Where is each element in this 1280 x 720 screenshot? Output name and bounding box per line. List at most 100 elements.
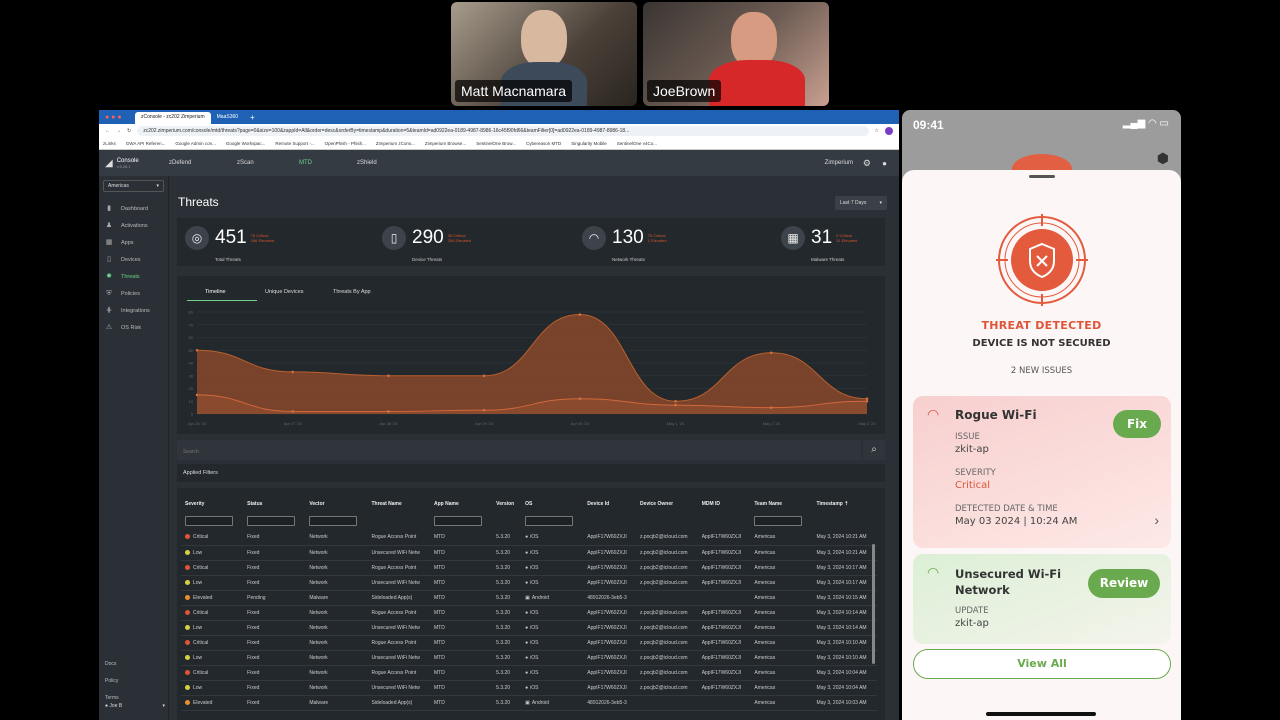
data-point[interactable]: [195, 348, 199, 352]
applied-filters[interactable]: Applied Filters: [177, 464, 885, 482]
sidebar-item-integrations[interactable]: ⋕ Integrations: [99, 302, 168, 319]
bookmark-item[interactable]: SentinelOne v4Co...: [617, 141, 657, 146]
sidebar-footer-docs[interactable]: Docs: [105, 656, 119, 673]
table-row[interactable]: Low Fixed Network Unsecured WiFi Netw MTD 5.3…: [181, 680, 877, 696]
bookmark-item[interactable]: Cybereason MTD: [526, 141, 561, 146]
chevron-right-icon[interactable]: ›: [1154, 512, 1159, 528]
table-row[interactable]: Low Fixed Network Unsecured WiFi Netw MTD 5.3…: [181, 650, 877, 666]
data-point[interactable]: [482, 374, 486, 378]
table-row[interactable]: Critical Fixed Network Rogue Access Point MT…: [181, 560, 877, 576]
forward-icon[interactable]: →: [116, 128, 121, 134]
browser-tab-maas360[interactable]: MaaS360: [211, 112, 244, 124]
tab-unique-devices[interactable]: Unique Devices: [257, 289, 325, 301]
data-point[interactable]: [578, 397, 582, 400]
profile-avatar[interactable]: [885, 127, 893, 135]
bookmark-star-icon[interactable]: ☆: [875, 128, 879, 134]
data-point[interactable]: [865, 399, 869, 403]
column-header[interactable]: MDM ID: [698, 496, 751, 512]
issue-card-rogue-wifi[interactable]: ◠ Rogue Wi-Fi ISSUE zkit-ap SEVERITY Cri…: [913, 396, 1171, 548]
bookmark-item[interactable]: GWA API Referen...: [126, 141, 166, 146]
user-menu[interactable]: ● Joe B ▾: [105, 703, 165, 709]
column-header[interactable]: Vector: [305, 496, 367, 512]
bookmark-item[interactable]: Singularity Mobile: [571, 141, 607, 146]
column-header[interactable]: Timestamp ⇡: [813, 496, 877, 512]
review-button[interactable]: Review: [1088, 569, 1160, 598]
bookmark-item[interactable]: Google Admin con...: [175, 141, 216, 146]
column-header[interactable]: Device Owner: [636, 496, 698, 512]
bookmark-item[interactable]: zLinks: [103, 141, 116, 146]
stat-network-threats[interactable]: ◠ 130 75 Critical 1 Elevated Network Threats: [582, 226, 667, 262]
table-row[interactable]: Critical Fixed Network Rogue Access Point MT…: [181, 635, 877, 651]
column-filter-input[interactable]: [754, 516, 803, 526]
window-controls[interactable]: ● ● ●: [99, 114, 135, 121]
tab-threats-by-app[interactable]: Threats By App: [325, 289, 405, 301]
fix-button[interactable]: Fix: [1113, 410, 1161, 438]
nav-zdefend[interactable]: zDefend: [169, 160, 237, 166]
view-all-button[interactable]: View All: [913, 649, 1171, 679]
sidebar-item-activations[interactable]: ♟ Activations: [99, 217, 168, 234]
tenant-name[interactable]: Zimperium: [825, 160, 853, 166]
column-header[interactable]: OS: [521, 496, 583, 512]
region-select[interactable]: Americas ▾: [103, 180, 164, 192]
column-header[interactable]: Severity: [181, 496, 243, 512]
bookmark-item[interactable]: OpenPhish - Phish...: [325, 141, 366, 146]
data-point[interactable]: [482, 408, 486, 412]
data-point[interactable]: [578, 313, 582, 316]
search-icon[interactable]: ⌕: [863, 440, 885, 460]
bookmark-item[interactable]: SentinelOne Brow...: [476, 141, 516, 146]
column-filter-input[interactable]: [247, 516, 296, 526]
sidebar-item-policies[interactable]: ⛨ Policies: [99, 285, 168, 302]
column-header[interactable]: Threat Name: [367, 496, 430, 512]
table-row[interactable]: Elevated Pending Malware Sideloaded App(s) M…: [181, 590, 877, 606]
apps-grid-icon[interactable]: ⬢: [1157, 150, 1169, 167]
table-row[interactable]: Low Fixed Network Unsecured WiFi Netw MTD 5.3…: [181, 620, 877, 636]
data-point[interactable]: [865, 397, 869, 400]
tab-timeline[interactable]: Timeline: [187, 289, 257, 301]
issue-card-unsecured-wifi[interactable]: ◠ Unsecured Wi-Fi Network UPDATE zkit-ap…: [913, 554, 1171, 644]
table-row[interactable]: Critical Fixed Network Rogue Access Point MT…: [181, 605, 877, 621]
data-point[interactable]: [291, 410, 295, 413]
browser-tab-zconsole[interactable]: zConsole - zc202 Zimperium: [135, 112, 211, 124]
sidebar-item-threats[interactable]: ✹ Threats: [99, 268, 168, 285]
new-tab-icon[interactable]: +: [250, 113, 255, 122]
bookmark-item[interactable]: Zimperium Browse...: [425, 141, 466, 146]
nav-zscan[interactable]: zScan: [237, 160, 299, 166]
account-icon[interactable]: ●: [882, 159, 887, 168]
data-point[interactable]: [387, 374, 390, 378]
nav-mtd[interactable]: MTD: [299, 160, 357, 166]
data-point[interactable]: [195, 393, 199, 397]
sidebar-item-apps[interactable]: ▦ Apps: [99, 234, 168, 251]
reload-icon[interactable]: ↻: [127, 128, 131, 134]
gear-icon[interactable]: ⚙: [863, 158, 871, 169]
table-row[interactable]: Elevated Fixed Malware Sideloaded App(s) MTD…: [181, 695, 877, 711]
sidebar-item-devices[interactable]: ▯ Devices: [99, 251, 168, 268]
data-point[interactable]: [769, 351, 773, 355]
table-row[interactable]: Critical Fixed Network Rogue Access Point MT…: [181, 530, 877, 546]
data-point[interactable]: [291, 370, 295, 374]
column-header[interactable]: Device Id: [583, 496, 636, 512]
table-row[interactable]: Low Fixed Network Unsecured WiFi Netw MTD 5.3…: [181, 545, 877, 561]
column-header[interactable]: Team Name: [750, 496, 812, 512]
column-header[interactable]: Version: [492, 496, 521, 512]
search-input[interactable]: [177, 442, 861, 462]
sidebar-item-dashboard[interactable]: ▮ Dashboard: [99, 200, 168, 217]
url-input[interactable]: zc202.zimperium.com/console/mtd/threats?…: [137, 126, 869, 136]
bookmark-item[interactable]: Google Workspac...: [226, 141, 265, 146]
sidebar-item-os-risk[interactable]: ⚠ OS Risk: [99, 319, 168, 336]
back-icon[interactable]: ←: [105, 128, 110, 134]
table-row[interactable]: Low Fixed Network Unsecured WiFi Netw MTD 5.3…: [181, 575, 877, 591]
table-scrollbar[interactable]: [872, 544, 875, 664]
nav-zshield[interactable]: zShield: [357, 160, 417, 166]
column-header[interactable]: Status: [243, 496, 305, 512]
sheet-handle[interactable]: [1029, 175, 1055, 178]
data-point[interactable]: [769, 406, 773, 409]
table-row[interactable]: Critical Fixed Network Rogue Access Point MT…: [181, 665, 877, 681]
data-point[interactable]: [674, 403, 677, 407]
bookmark-item[interactable]: Zimperium zCons...: [376, 141, 415, 146]
column-filter-input[interactable]: [434, 516, 483, 526]
stat-device-threats[interactable]: ▯ 290 36 Critical 254 Elevated Device Threat…: [382, 226, 471, 262]
column-filter-input[interactable]: [185, 516, 233, 526]
stat-malware-threats[interactable]: ▦ 31 0 Critical 31 Elevated Malware Threats: [781, 226, 857, 262]
sidebar-footer-policy[interactable]: Policy: [105, 673, 119, 690]
sort-desc-icon[interactable]: ⇡: [843, 501, 848, 507]
